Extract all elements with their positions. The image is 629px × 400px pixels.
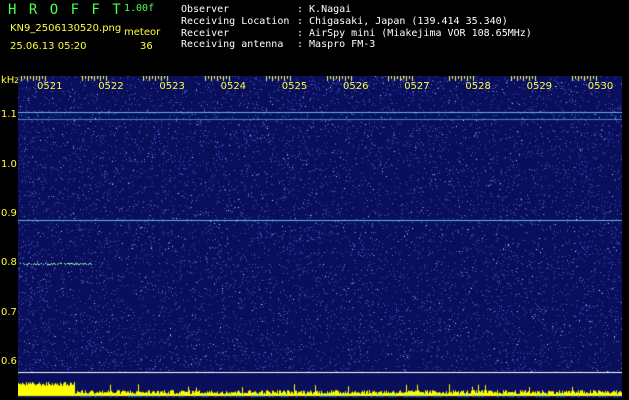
info-value-antenna: : Maspro FM-3	[297, 39, 376, 50]
x-tick-label: 0523	[159, 81, 185, 92]
info-label-receiver: Receiver	[181, 28, 230, 39]
header-panel: H R O F F T 1.00f KN9_2506130520.png met…	[0, 0, 629, 86]
meteor-label: meteor	[124, 27, 161, 38]
info-label-observer: Observer	[181, 4, 230, 15]
y-tick-label: 1.1	[1, 109, 17, 121]
app-version: 1.00f	[124, 3, 155, 14]
x-tick-label: 0530	[587, 81, 614, 92]
x-tick-label: 0527	[404, 81, 430, 92]
y-tick-label: 0.8	[1, 257, 17, 269]
image-filename: KN9_2506130520.png	[10, 23, 122, 34]
x-tick-label: 0525	[281, 81, 308, 92]
info-value-location: : Chigasaki, Japan (139.414 35.340)	[297, 16, 508, 27]
info-value-observer: : K.Nagai	[297, 4, 352, 15]
spectrogram-canvas	[18, 76, 622, 398]
info-label-location: Receiving Location	[181, 16, 290, 27]
x-tick-label: 0521	[37, 81, 63, 92]
y-tick-label: 0.7	[1, 306, 17, 318]
meteor-count: 36	[140, 41, 153, 52]
app-logo: H R O F F T	[8, 2, 123, 18]
y-tick-label: 1.0	[1, 158, 17, 170]
capture-datetime: 25.06.13 05:20	[10, 41, 87, 52]
x-tick-label: 0529	[526, 81, 553, 92]
info-value-receiver: : AirSpy mini (Miakejima VOR 108.65MHz)	[297, 28, 532, 39]
x-tick-label: 0524	[220, 81, 247, 92]
x-tick-label: 0522	[98, 81, 124, 92]
info-label-antenna: Receiving antenna	[181, 39, 284, 50]
x-tick-label: 0526	[343, 81, 369, 92]
x-tick-label: 0528	[465, 81, 491, 92]
y-axis-unit-label: kHz	[1, 75, 20, 86]
y-tick-label: 0.9	[1, 208, 17, 220]
y-tick-label: 0.6	[1, 356, 17, 368]
